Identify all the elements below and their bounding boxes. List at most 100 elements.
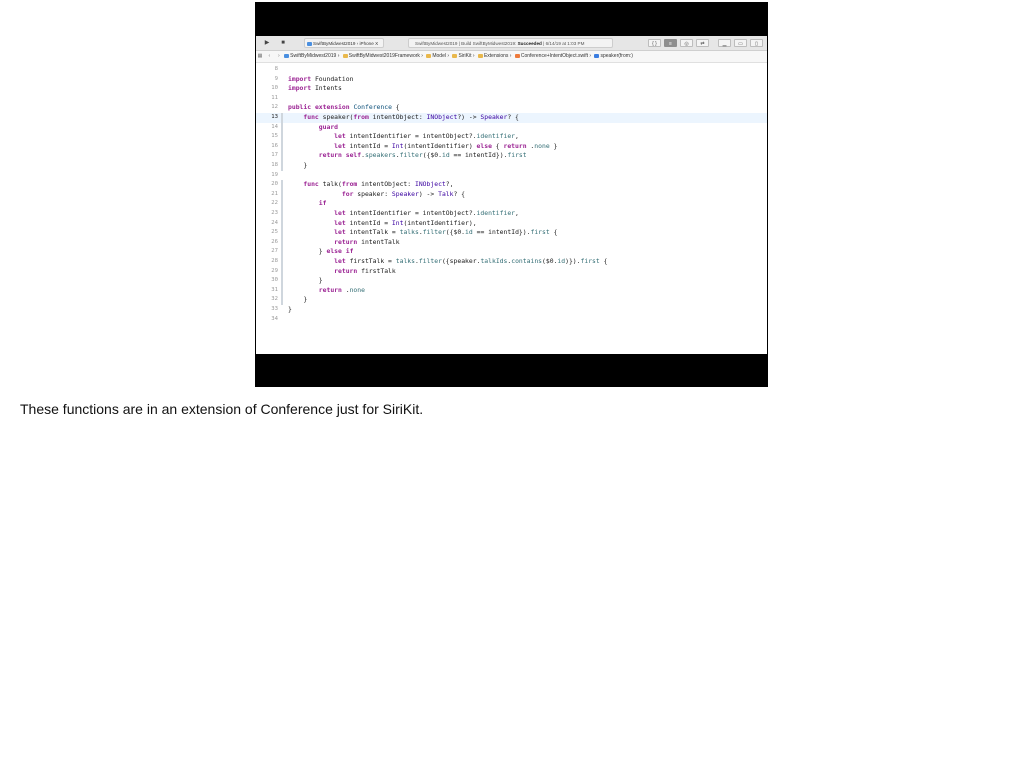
scheme-name: SwiftByMidwest2019 <box>313 41 356 46</box>
code-line[interactable]: 26 return intentTalk <box>256 237 767 248</box>
change-marker <box>281 141 283 152</box>
swift-file-icon <box>514 53 520 58</box>
status-time: 6/14/19 at 1:03 PM <box>545 41 585 46</box>
back-arrow-icon[interactable]: ‹ <box>265 51 273 62</box>
grid-icon[interactable]: ▦ <box>256 51 264 62</box>
line-number: 26 <box>271 238 278 245</box>
jumpbar-item-framework[interactable]: SwiftByMidwest2019Framework › <box>342 51 423 62</box>
line-number: 13 <box>271 114 278 120</box>
change-marker <box>281 266 283 277</box>
line-number: 12 <box>271 104 278 111</box>
inspector-toggle-button[interactable]: ▯ <box>750 39 763 47</box>
change-marker <box>281 295 283 305</box>
code-line[interactable]: 9 import Foundation <box>256 75 767 85</box>
method-icon <box>594 53 600 58</box>
code-text: let intentIdentifier = intentObject?.ide… <box>334 132 519 141</box>
code-line[interactable]: 31 return .none <box>256 285 767 296</box>
device-name: iPhone X <box>359 41 379 46</box>
code-line[interactable]: 11 <box>256 94 767 104</box>
code-line[interactable]: 14 guard <box>256 122 767 133</box>
code-line[interactable]: 23 let intentIdentifier = intentObject?.… <box>256 209 767 219</box>
code-text: func talk(from intentObject: INObject?, <box>303 180 454 189</box>
code-text: public extension Conference { <box>288 103 400 112</box>
line-number: 14 <box>271 123 278 130</box>
code-line[interactable]: 22 if <box>256 199 767 209</box>
scheme-selector[interactable]: SwiftByMidwest2019 › iPhone X <box>304 38 384 48</box>
status-build: Build SwiftByMidwest2019: <box>461 41 517 46</box>
slide-caption: These functions are in an extension of C… <box>20 401 424 417</box>
change-marker <box>281 257 283 267</box>
jump-bar: ▦ ‹ › SwiftByMidwest2019 › SwiftByMidwes… <box>256 51 767 63</box>
forward-arrow-icon[interactable]: › <box>275 51 283 62</box>
code-text: return intentTalk <box>334 237 400 246</box>
line-number: 21 <box>271 190 278 197</box>
code-line[interactable]: 27 } else if <box>256 247 767 257</box>
folder-icon <box>342 53 348 58</box>
line-number: 9 <box>274 75 278 82</box>
line-number: 33 <box>271 306 278 312</box>
jumpbar-item-method[interactable]: speaker(from:) <box>594 51 633 62</box>
jumpbar-item-extensions[interactable]: Extensions › <box>477 51 511 62</box>
change-marker <box>281 228 283 238</box>
jumpbar-item-sirikit[interactable]: SiriKit › <box>452 51 475 62</box>
code-line[interactable]: 12 public extension Conference { <box>256 103 767 113</box>
code-line[interactable]: 20 func talk(from intentObject: INObject… <box>256 180 767 190</box>
code-line[interactable]: 25 let intentTalk = talks.filter({$0.id … <box>256 228 767 238</box>
change-marker <box>281 180 283 190</box>
line-number: 28 <box>271 258 278 264</box>
line-number: 18 <box>271 162 278 168</box>
library-button[interactable]: { } <box>648 39 661 47</box>
code-line[interactable]: 10 import Intents <box>256 84 767 94</box>
stop-icon[interactable]: ■ <box>278 39 288 47</box>
code-text: import Intents <box>288 84 342 93</box>
standard-editor-button[interactable]: ≡ <box>664 39 677 47</box>
jumpbar-item-file[interactable]: Conference+IntentObject.swift › <box>514 51 591 62</box>
code-line[interactable]: 18 } <box>256 161 767 171</box>
code-line[interactable]: 16 let intentId = Int(intentIdentifier) … <box>256 141 767 152</box>
code-line[interactable]: 15 let intentIdentifier = intentObject?.… <box>256 132 767 142</box>
code-line[interactable]: 30 } <box>256 276 767 286</box>
code-line[interactable]: 21 for speaker: Speaker) -> Talk? { <box>256 189 767 200</box>
code-line[interactable]: 19 <box>256 171 767 181</box>
code-line[interactable]: 24 let intentId = Int(intentIdentifier), <box>256 218 767 229</box>
folder-icon <box>477 53 483 58</box>
code-text: let firstTalk = talks.filter({speaker.ta… <box>334 257 608 265</box>
play-icon[interactable]: ▶ <box>262 39 272 47</box>
jumpbar-item-model[interactable]: Model › <box>426 51 449 62</box>
code-line[interactable]: 32 } <box>256 295 767 305</box>
code-line[interactable]: 13 func speaker(from intentObject: INObj… <box>256 113 767 123</box>
change-marker <box>281 276 283 286</box>
assistant-editor-button[interactable]: ◎ <box>680 39 693 47</box>
jumpbar-item-project[interactable]: SwiftByMidwest2019 › <box>284 51 339 62</box>
code-line[interactable]: 28 let firstTalk = talks.filter({speaker… <box>256 257 767 267</box>
code-line[interactable]: 34 <box>256 315 767 325</box>
code-text: let intentIdentifier = intentObject?.ide… <box>334 209 519 217</box>
code-line[interactable]: 33} <box>256 305 767 315</box>
line-number: 31 <box>271 286 278 293</box>
debug-area-toggle-button[interactable]: ▁ <box>718 39 731 47</box>
code-line[interactable]: 8 <box>256 65 767 75</box>
code-text: } <box>288 161 308 169</box>
change-marker <box>281 237 283 248</box>
line-number: 16 <box>271 142 278 149</box>
version-editor-button[interactable]: ⇄ <box>696 39 709 47</box>
line-number: 17 <box>271 152 278 159</box>
change-marker <box>281 247 283 257</box>
code-text: } else if <box>288 247 354 256</box>
change-marker <box>281 218 283 229</box>
line-number: 27 <box>271 248 278 255</box>
code-text: return self.speakers.filter({$0.id == in… <box>318 151 527 160</box>
line-number: 15 <box>271 133 278 140</box>
code-editor[interactable]: 8 9 import Foundation 10 import Intents 11 12 p… <box>256 63 767 354</box>
code-line[interactable]: 17 return self.speakers.filter({$0.id ==… <box>256 151 767 161</box>
code-text: } <box>288 276 323 285</box>
line-number: 32 <box>271 296 278 303</box>
code-line[interactable]: 29 return firstTalk <box>256 266 767 277</box>
line-number: 22 <box>271 200 278 207</box>
status-project: SwiftByMidwest2019 <box>415 41 458 46</box>
navigator-toggle-button[interactable]: ▭ <box>734 39 747 47</box>
line-number: 20 <box>271 181 278 188</box>
line-number: 24 <box>271 219 278 226</box>
line-number: 10 <box>271 85 278 92</box>
line-number: 19 <box>271 171 278 178</box>
